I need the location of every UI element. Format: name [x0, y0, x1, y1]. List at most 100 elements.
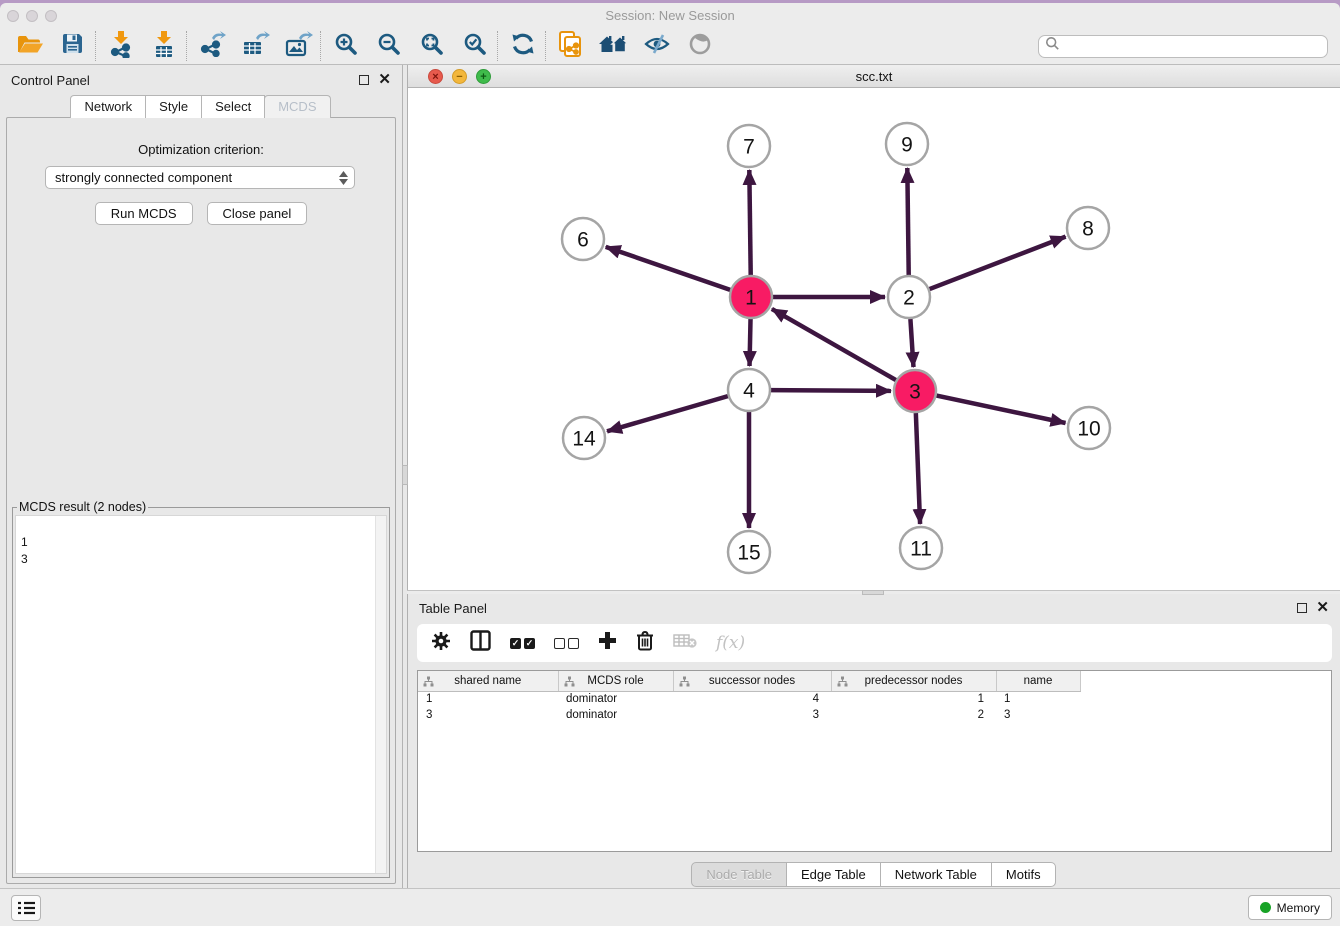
graph-edge-1-4[interactable] [750, 319, 751, 366]
graph-edge-1-7[interactable] [749, 170, 750, 275]
float-panel-icon[interactable] [359, 75, 369, 85]
import-table-button[interactable] [142, 30, 185, 62]
app-window: Session: New Session [0, 3, 1340, 926]
dropdown-stepper-icon [339, 171, 348, 185]
network-maximize-button[interactable]: + [476, 69, 491, 84]
zoom-out-button[interactable] [367, 30, 410, 62]
memory-button[interactable]: Memory [1248, 895, 1332, 920]
titlebar: Session: New Session [0, 3, 1340, 28]
graph-edge-3-10[interactable] [937, 396, 1066, 423]
column-header-successor-nodes[interactable]: successor nodes [673, 671, 831, 691]
graph-edge-2-3[interactable] [910, 319, 913, 367]
network-view-window: × − + scc.txt 1234678910111415 [407, 65, 1340, 590]
toolbar-separator [545, 31, 548, 61]
tab-mcds[interactable]: MCDS [264, 95, 330, 118]
zoom-out-icon [377, 32, 401, 61]
window-controls [7, 10, 57, 22]
column-header-name[interactable]: name [996, 671, 1080, 691]
graph-edge-3-11[interactable] [916, 413, 920, 524]
zoom-window-button[interactable] [45, 10, 57, 22]
graph-node-label-4: 4 [743, 380, 755, 403]
table-cell: 3 [673, 707, 831, 723]
graph-edge-4-3[interactable] [771, 390, 891, 391]
mcds-result-title: MCDS result (2 nodes) [17, 500, 148, 514]
graph-edge-2-9[interactable] [907, 168, 908, 275]
network-canvas[interactable]: 1234678910111415 [408, 88, 1340, 590]
zoom-fit-icon [420, 32, 444, 61]
search-input[interactable] [1064, 39, 1321, 53]
memory-label: Memory [1277, 901, 1320, 915]
table-cell: 1 [831, 691, 996, 707]
close-panel-button[interactable]: Close panel [207, 202, 308, 225]
tab-select[interactable]: Select [201, 95, 265, 118]
graph-node-label-10: 10 [1077, 418, 1100, 441]
tab-network-table[interactable]: Network Table [880, 862, 992, 887]
close-panel-icon[interactable]: ✕ [378, 75, 391, 85]
column-header-predecessor-nodes[interactable]: predecessor nodes [831, 671, 996, 691]
export-network-button[interactable] [190, 30, 233, 62]
delete-column-icon[interactable] [636, 630, 654, 656]
open-session-button[interactable] [8, 30, 51, 62]
splitter-grip[interactable] [862, 590, 884, 595]
zoom-in-icon [334, 32, 358, 61]
mcds-result-textarea[interactable]: 1 3 [15, 515, 387, 874]
show-graphics-details-button[interactable] [678, 30, 721, 62]
vertical-splitter[interactable] [402, 65, 407, 888]
duplicate-network-button[interactable] [549, 30, 592, 62]
settings-gear-icon[interactable] [431, 631, 451, 656]
horizontal-splitter[interactable] [407, 590, 1340, 594]
column-header-MCDS-role[interactable]: MCDS role [558, 671, 673, 691]
export-image-button[interactable] [276, 30, 319, 62]
table-row[interactable]: 1dominator411 [418, 691, 1080, 707]
zoom-selected-button[interactable] [453, 30, 496, 62]
search-field[interactable] [1038, 35, 1328, 58]
hide-graphics-details-button[interactable] [635, 30, 678, 62]
control-panel-title: Control Panel [11, 73, 90, 88]
graph-edge-4-14[interactable] [607, 396, 728, 431]
graph-node-label-9: 9 [901, 134, 913, 157]
zoom-fit-button[interactable] [410, 30, 453, 62]
tab-edge-table[interactable]: Edge Table [786, 862, 881, 887]
import-network-button[interactable] [99, 30, 142, 62]
refresh-icon [510, 32, 536, 61]
graph-edge-1-6[interactable] [606, 247, 731, 290]
eye-slash-icon [643, 33, 671, 60]
toolbar-separator [186, 31, 189, 61]
save-disk-icon [61, 32, 84, 60]
tab-node-table[interactable]: Node Table [691, 862, 787, 887]
graph-edge-2-8[interactable] [930, 237, 1066, 289]
network-graph[interactable]: 1234678910111415 [408, 88, 1339, 589]
close-panel-icon[interactable]: ✕ [1316, 603, 1329, 613]
minimize-window-button[interactable] [26, 10, 38, 22]
select-all-icon[interactable]: ✓✓ [510, 638, 535, 649]
main-toolbar [0, 28, 1340, 65]
tab-style[interactable]: Style [145, 95, 202, 118]
tab-motifs[interactable]: Motifs [991, 862, 1056, 887]
tab-network[interactable]: Network [70, 95, 146, 118]
mcds-result-group: MCDS result (2 nodes) 1 3 [12, 500, 390, 878]
network-overview-button[interactable] [592, 30, 635, 62]
criterion-value: strongly connected component [55, 170, 232, 185]
task-history-button[interactable] [11, 895, 41, 921]
graph-edge-3-1[interactable] [772, 309, 896, 380]
column-selector-icon[interactable] [470, 630, 491, 656]
run-mcds-button[interactable]: Run MCDS [95, 202, 193, 225]
export-image-icon [283, 30, 313, 62]
deselect-all-icon[interactable] [554, 638, 579, 649]
network-minimize-button[interactable]: − [452, 69, 467, 84]
export-table-icon [240, 30, 270, 62]
float-panel-icon[interactable] [1297, 603, 1307, 613]
export-table-button[interactable] [233, 30, 276, 62]
criterion-dropdown[interactable]: strongly connected component [45, 166, 355, 189]
refresh-button[interactable] [501, 30, 544, 62]
close-window-button[interactable] [7, 10, 19, 22]
status-bar: Memory [0, 888, 1340, 926]
column-header-shared-name[interactable]: shared name [418, 671, 558, 691]
network-close-button[interactable]: × [428, 69, 443, 84]
table-row[interactable]: 3dominator323 [418, 707, 1080, 723]
mcds-result-scrollbar[interactable] [375, 516, 386, 873]
table-cell: 1 [996, 691, 1080, 707]
add-column-icon[interactable] [598, 631, 617, 655]
save-session-button[interactable] [51, 30, 94, 62]
zoom-in-button[interactable] [324, 30, 367, 62]
